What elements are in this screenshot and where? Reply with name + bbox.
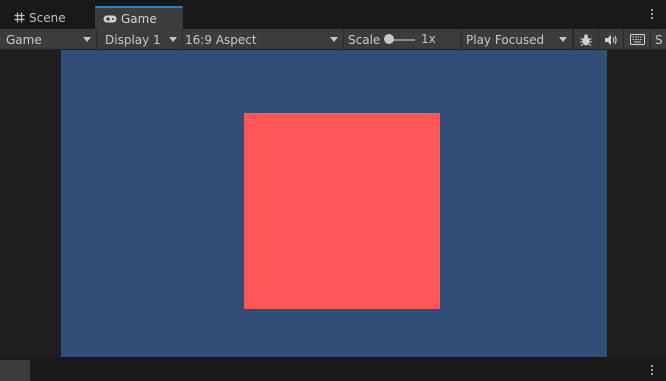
chevron-down-icon <box>169 37 177 42</box>
mute-audio-toggle[interactable] <box>598 29 623 50</box>
bottom-tab[interactable] <box>0 360 30 381</box>
scale-control: Scale 1x <box>344 29 462 50</box>
tab-scene[interactable]: Scene <box>0 6 95 29</box>
red-square-sprite <box>244 113 440 309</box>
stats-button-truncated[interactable]: S <box>650 29 666 50</box>
truncated-label: S <box>655 32 663 47</box>
chevron-down-icon <box>330 37 338 42</box>
tab-bar: Scene Game <box>0 0 666 29</box>
tab-label: Scene <box>29 10 66 25</box>
scale-label: Scale <box>348 32 381 47</box>
game-toolbar: Game Display 1 16:9 Aspect Scale 1x Play… <box>0 29 666 50</box>
play-mode-value: Play Focused <box>466 32 545 47</box>
scale-value: 1x <box>421 32 436 46</box>
chevron-down-icon <box>559 37 567 42</box>
speaker-icon <box>605 34 617 45</box>
display-value: Display 1 <box>105 32 161 47</box>
tab-game[interactable]: Game <box>95 6 183 29</box>
gamepad-icon <box>103 15 117 22</box>
aspect-value: 16:9 Aspect <box>185 32 257 47</box>
game-viewport[interactable] <box>0 50 666 357</box>
grid-icon <box>14 12 25 23</box>
aspect-dropdown[interactable]: 16:9 Aspect <box>183 29 344 50</box>
chevron-down-icon <box>83 37 91 42</box>
keyboard-shortcuts-toggle[interactable] <box>623 29 650 50</box>
keyboard-icon <box>629 34 645 45</box>
scale-slider-handle[interactable] <box>384 34 394 44</box>
target-value: Game <box>6 32 42 47</box>
more-options-icon[interactable] <box>650 9 654 23</box>
bottom-panel-bar <box>0 357 666 381</box>
play-mode-dropdown[interactable]: Play Focused <box>462 29 573 50</box>
more-options-icon[interactable] <box>650 365 654 379</box>
tab-label: Game <box>121 11 157 26</box>
display-dropdown[interactable]: Display 1 <box>97 29 183 50</box>
bug-icon <box>580 33 592 46</box>
game-render-area <box>61 50 607 357</box>
stats-toggle[interactable] <box>573 29 598 50</box>
target-dropdown[interactable]: Game <box>0 29 97 50</box>
